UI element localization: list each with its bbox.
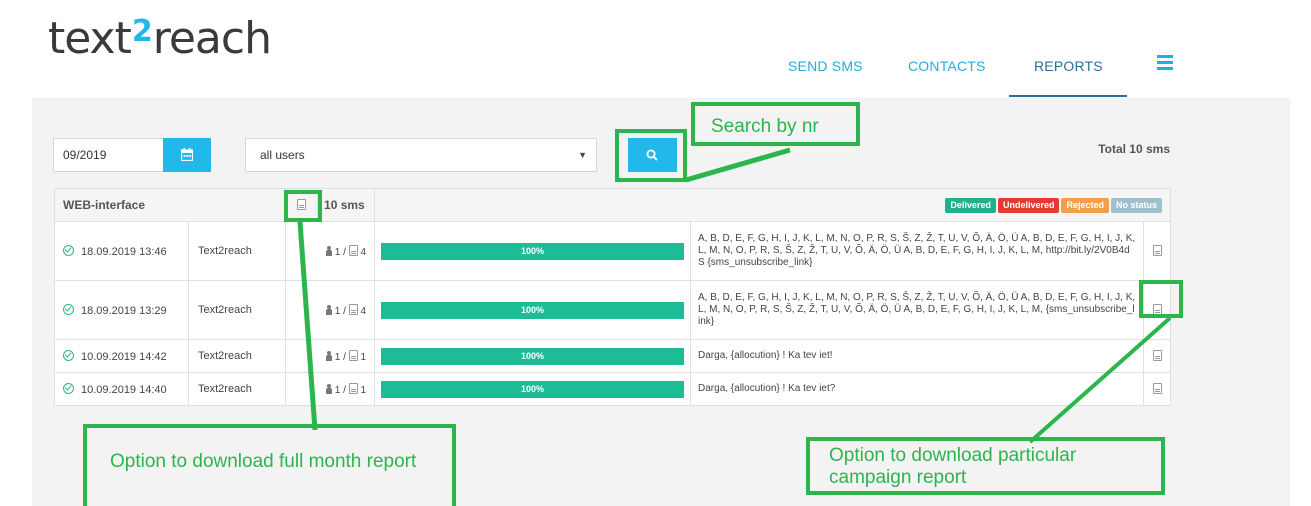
table-row[interactable]: 10.09.2019 14:42 Text2reach 1 / 1 100% Darg… xyxy=(54,339,1172,373)
progress-label: 100% xyxy=(521,383,545,394)
file-icon xyxy=(1152,349,1162,361)
user-select-value: all users xyxy=(260,148,305,162)
campaign-time: 10.09.2019 14:40 xyxy=(54,372,189,406)
delivery-progress: 100% xyxy=(374,339,692,373)
check-circle-icon xyxy=(63,382,74,394)
progress-bar: 100% xyxy=(381,380,685,398)
campaign-time: 10.09.2019 14:42 xyxy=(54,339,189,373)
annotation-full-month-label: Option to download full month report xyxy=(110,451,417,472)
annotation-search-label: Search by nr xyxy=(711,116,819,137)
annotation-search-button-highlight xyxy=(615,129,687,182)
table-row[interactable]: 18.09.2019 13:46 Text2reach 1 / 4 100% A, B… xyxy=(54,221,1172,281)
campaign-time-text: 10.09.2019 14:40 xyxy=(81,383,167,396)
download-campaign-report-button[interactable] xyxy=(1143,339,1172,373)
delivery-progress: 100% xyxy=(374,372,692,406)
nav-active-indicator xyxy=(1009,95,1127,97)
campaign-counts: 1 / 1 xyxy=(285,339,376,373)
campaign-counts: 1 / 4 xyxy=(285,280,376,340)
table-row[interactable]: 10.09.2019 14:40 Text2reach 1 / 1 100% Darg… xyxy=(54,372,1172,406)
logo-text-end: reach xyxy=(152,13,272,64)
recipient-count: 1 xyxy=(334,384,341,396)
total-sms: Total 10 sms xyxy=(1098,142,1170,156)
progress-label: 100% xyxy=(521,245,545,256)
progress-bar: 100% xyxy=(381,301,685,319)
file-icon xyxy=(1152,382,1162,394)
progress-bar: 100% xyxy=(381,242,685,260)
annotation-month-report-highlight xyxy=(284,190,322,222)
check-circle-icon xyxy=(63,244,74,256)
file-icon xyxy=(348,303,358,315)
status-badge: No status xyxy=(1111,198,1163,213)
campaign-sender: Text2reach xyxy=(187,372,287,406)
table-header: WEB-interface 10 sms Delivered Undelivere… xyxy=(53,188,1172,222)
progress-bar: 100% xyxy=(381,347,685,365)
nav-contacts[interactable]: CONTACTS xyxy=(908,58,986,74)
recipient-count: 1 xyxy=(334,246,341,258)
part-count: 4 xyxy=(360,305,367,317)
status-badge: Delivered xyxy=(945,198,996,213)
download-campaign-report-button[interactable] xyxy=(1143,372,1172,406)
progress-label: 100% xyxy=(521,350,545,361)
person-icon xyxy=(326,350,333,361)
status-legend: Delivered Undelivered Rejected No status xyxy=(374,188,1172,222)
person-icon xyxy=(326,383,333,394)
campaign-counts: 1 / 4 xyxy=(285,221,376,281)
annotation-campaign-report-highlight xyxy=(1139,280,1183,318)
status-badge: Rejected xyxy=(1061,198,1110,213)
delivery-progress: 100% xyxy=(374,221,692,281)
campaign-sender: Text2reach xyxy=(187,221,287,281)
month-field[interactable]: 09/2019 xyxy=(53,138,163,172)
check-circle-icon xyxy=(63,303,74,315)
calendar-icon xyxy=(181,148,193,161)
campaign-counts: 1 / 1 xyxy=(285,372,376,406)
part-count: 1 xyxy=(360,351,367,363)
campaign-time-text: 10.09.2019 14:42 xyxy=(81,350,167,363)
table-row[interactable]: 18.09.2019 13:29 Text2reach 1 / 4 100% A, B… xyxy=(54,280,1172,340)
campaign-message: A, B, D, E, F, G, H, I, J, K, L, M, N, O… xyxy=(690,221,1145,281)
delivery-progress: 100% xyxy=(374,280,692,340)
file-icon xyxy=(348,382,358,394)
recipient-count: 1 xyxy=(334,351,341,363)
logo-text: text xyxy=(48,13,132,64)
reports-table: WEB-interface 10 sms Delivered Undelivere… xyxy=(53,188,1172,406)
campaign-time: 18.09.2019 13:29 xyxy=(54,280,189,340)
calendar-button[interactable] xyxy=(163,138,211,172)
nav-send-sms[interactable]: SEND SMS xyxy=(788,58,863,74)
campaign-sender: Text2reach xyxy=(187,280,287,340)
campaign-time-text: 18.09.2019 13:46 xyxy=(81,245,167,258)
person-icon xyxy=(326,304,333,315)
user-select[interactable]: all users ▼ xyxy=(245,138,597,172)
recipient-count: 1 xyxy=(334,305,341,317)
file-icon xyxy=(348,349,358,361)
campaign-time: 18.09.2019 13:46 xyxy=(54,221,189,281)
menu-icon[interactable] xyxy=(1157,55,1173,71)
person-icon xyxy=(326,245,333,256)
logo[interactable]: text2reach xyxy=(48,13,272,69)
part-count: 4 xyxy=(360,246,367,258)
campaign-message: Darga, {allocution} ! Ka tev iet! xyxy=(690,339,1145,373)
status-badge: Undelivered xyxy=(997,198,1060,213)
chevron-down-icon: ▼ xyxy=(578,150,587,160)
part-count: 1 xyxy=(360,384,367,396)
nav-reports[interactable]: REPORTS xyxy=(1034,58,1103,74)
check-circle-icon xyxy=(63,349,74,361)
file-icon xyxy=(348,244,358,256)
campaign-sender: Text2reach xyxy=(187,339,287,373)
group-name: WEB-interface xyxy=(53,188,287,222)
annotation-campaign-label: Option to download particular campaign r… xyxy=(829,445,1077,488)
file-icon xyxy=(1152,244,1162,256)
campaign-message: A, B, D, E, F, G, H, I, J, K, L, M, N, O… xyxy=(690,280,1145,340)
logo-two: 2 xyxy=(131,14,153,49)
progress-label: 100% xyxy=(521,304,545,315)
download-campaign-report-button[interactable] xyxy=(1143,221,1172,281)
group-sms-count: 10 sms xyxy=(317,188,376,222)
campaign-message: Darga, {allocution} ! Ka tev iet? xyxy=(690,372,1145,406)
campaign-time-text: 18.09.2019 13:29 xyxy=(81,304,167,317)
